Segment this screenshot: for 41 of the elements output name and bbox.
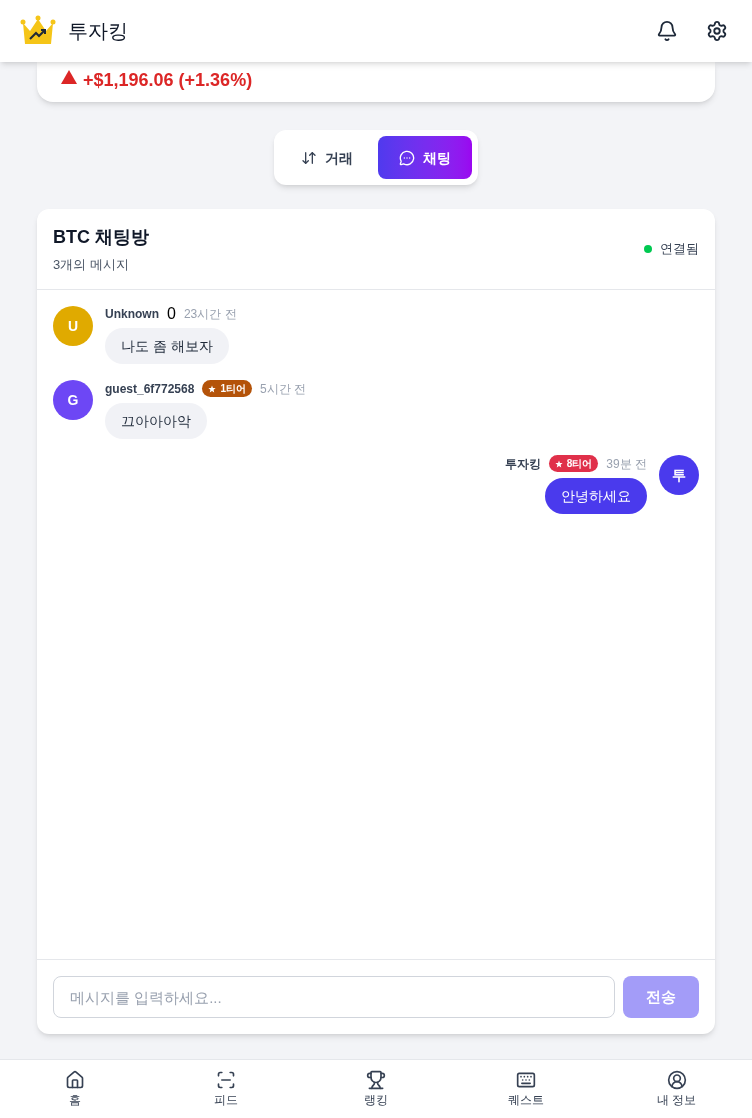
tier-badge: 8티어 bbox=[548, 455, 599, 472]
up-triangle-icon bbox=[61, 70, 77, 84]
notification-icon[interactable] bbox=[656, 20, 678, 42]
trophy-icon bbox=[366, 1070, 386, 1090]
chat-title: BTC 채팅방 bbox=[53, 226, 149, 250]
connection-status: 연결됨 bbox=[660, 240, 699, 259]
tab[interactable]: 거래 bbox=[280, 136, 374, 179]
nav-item[interactable]: 내 정보 bbox=[601, 1060, 752, 1118]
message-count: 3개의 메시지 bbox=[53, 256, 130, 275]
avatar: G bbox=[53, 380, 93, 420]
keyboard-icon bbox=[516, 1070, 537, 1090]
user-score: 0 bbox=[167, 306, 176, 322]
scan-icon bbox=[215, 1070, 236, 1090]
profit-change: +$1,196.06 (+1.36%) bbox=[83, 69, 253, 92]
user-name: 투자킹 bbox=[504, 455, 541, 472]
message-time: 39분 전 bbox=[606, 455, 647, 472]
crown-logo-icon bbox=[20, 15, 56, 47]
tier-badge: 1티어 bbox=[202, 380, 252, 397]
star-icon bbox=[208, 384, 217, 393]
user-name: guest_6f772568 bbox=[105, 380, 195, 397]
avatar: 투 bbox=[659, 455, 699, 495]
settings-icon[interactable] bbox=[706, 20, 728, 42]
message-time: 23시간 전 bbox=[183, 306, 237, 322]
exchange-icon bbox=[301, 149, 317, 166]
tab[interactable]: 채팅 bbox=[378, 136, 472, 179]
nav-item[interactable]: 랭킹 bbox=[300, 1060, 452, 1118]
nav-item[interactable]: 퀘스트 bbox=[451, 1060, 602, 1118]
message-bubble: 나도 좀 해보자 bbox=[105, 328, 229, 364]
app-title: 투자킹 bbox=[68, 19, 128, 44]
home-icon bbox=[65, 1070, 86, 1090]
nav-item[interactable]: 홈 bbox=[0, 1060, 151, 1118]
message-bubble: 끄아아아악 bbox=[105, 403, 207, 439]
message-time: 5시간 전 bbox=[259, 380, 306, 397]
star-icon bbox=[554, 459, 563, 468]
user-name: Unknown bbox=[105, 306, 159, 322]
nav-item[interactable]: 피드 bbox=[150, 1060, 301, 1118]
speech-bubble-icon bbox=[399, 149, 415, 166]
avatar: U bbox=[53, 306, 93, 346]
message-bubble: 안녕하세요 bbox=[545, 478, 647, 514]
message-input[interactable]: 메시지를 입력하세요... bbox=[53, 976, 615, 1018]
user-circle-icon bbox=[666, 1070, 687, 1090]
